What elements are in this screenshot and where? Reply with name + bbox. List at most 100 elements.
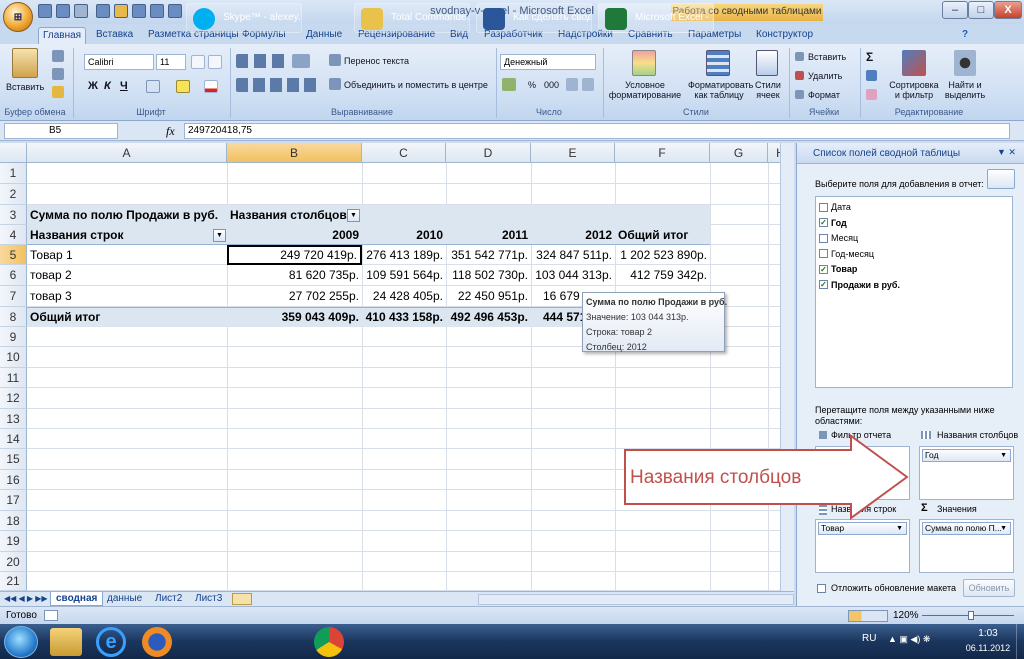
row-header[interactable]: 5	[0, 245, 27, 265]
pivot-column-labels[interactable]: Названия столбцов	[227, 205, 349, 225]
row-field-chip[interactable]: Товар ▼	[818, 522, 907, 535]
pivot-cell[interactable]: 81 620 735р.	[227, 265, 362, 285]
column-header-d[interactable]: D	[446, 143, 531, 163]
increase-decimal-icon[interactable]	[566, 78, 578, 91]
pivot-cell[interactable]: 118 502 730р.	[446, 265, 531, 285]
name-box[interactable]: B5	[4, 123, 118, 139]
field-checkbox[interactable]	[819, 202, 828, 212]
field-list-item[interactable]: Месяц	[819, 231, 858, 245]
horizontal-align-icons[interactable]	[236, 78, 318, 92]
fx-icon[interactable]: fx	[166, 124, 175, 139]
insert-sheet-icon[interactable]	[232, 593, 252, 605]
format-cells-icon[interactable]	[795, 90, 804, 99]
format-as-table-button[interactable]: Форматировать как таблицу	[688, 80, 753, 100]
cut-icon[interactable]	[52, 50, 64, 62]
pivot-cell[interactable]: 324 847 511р.	[531, 245, 615, 265]
bold-button[interactable]: Ж	[88, 80, 98, 92]
row-header[interactable]: 20	[0, 552, 27, 572]
pivot-cell[interactable]: 351 542 771р.	[446, 245, 531, 265]
maximize-button[interactable]: □	[968, 1, 994, 19]
merge-center-button[interactable]: Объединить и поместить в центре	[344, 80, 488, 90]
column-field-chip[interactable]: Год ▼	[922, 449, 1011, 462]
wrap-text-icon[interactable]	[329, 54, 341, 66]
pivot-total-cell[interactable]: 410 433 158р.	[362, 307, 446, 327]
explorer-icon[interactable]	[50, 628, 82, 656]
column-filter-dropdown-icon[interactable]: ▼	[347, 209, 360, 222]
percent-button[interactable]: %	[528, 80, 536, 90]
tray-icons[interactable]: ▲ ▣ ◀) ❋	[888, 634, 930, 645]
insert-cells-icon[interactable]	[795, 52, 804, 61]
row-header[interactable]: 15	[0, 449, 27, 470]
format-cells-button[interactable]: Формат	[808, 90, 840, 100]
field-list-item[interactable]: ✓ Год	[819, 216, 847, 230]
column-header-a[interactable]: A	[27, 143, 227, 163]
pivot-cell[interactable]: 109 591 564р.	[362, 265, 446, 285]
cell-styles-icon[interactable]	[756, 50, 778, 76]
clear-icon[interactable]	[866, 89, 877, 100]
view-mode-icons[interactable]	[848, 610, 888, 622]
pivot-value-field-label[interactable]: Сумма по полю Продажи в руб.	[27, 205, 227, 225]
zoom-level[interactable]: 120%	[893, 607, 919, 624]
conditional-formatting-button[interactable]: Условное форматирование	[606, 80, 684, 100]
show-desktop-button[interactable]	[1016, 624, 1024, 659]
horizontal-scrollbar[interactable]	[478, 594, 794, 605]
minimize-button[interactable]: –	[942, 1, 968, 19]
row-header[interactable]: 7	[0, 286, 27, 307]
row-header[interactable]: 6	[0, 265, 27, 286]
field-list-item[interactable]: ✓ Товар	[819, 262, 857, 276]
taskbar-skype[interactable]: Skype™ - alexey.b...	[186, 3, 302, 33]
formula-input[interactable]: 249720418,75	[184, 123, 1010, 139]
sort-filter-button[interactable]: Сортировка и фильтр	[886, 80, 942, 100]
column-header-b[interactable]: B	[227, 143, 362, 163]
row-header[interactable]: 18	[0, 511, 27, 531]
font-size-combo[interactable]: 11	[156, 54, 186, 70]
tab-design[interactable]: Конструктор	[752, 27, 817, 44]
row-header[interactable]: 9	[0, 327, 27, 347]
row-header[interactable]: 16	[0, 470, 27, 490]
worksheet-grid[interactable]: A B C D E F G H 123456789101112131415161…	[0, 143, 794, 591]
tab-insert[interactable]: Вставка	[92, 27, 137, 44]
firefox-icon[interactable]	[142, 627, 172, 657]
column-header-g[interactable]: G	[710, 143, 768, 163]
wrap-text-button[interactable]: Перенос текста	[344, 56, 409, 66]
sheet-nav-arrows-icon[interactable]: ◀◀ ◀ ▶ ▶▶	[4, 594, 48, 603]
clock-date[interactable]: 06.11.2012	[960, 643, 1016, 653]
office-button[interactable]: ⊞	[3, 2, 33, 32]
pivot-cell[interactable]: 16 679	[540, 286, 582, 306]
pivot-row-label[interactable]: товар 2	[27, 265, 227, 285]
sheet-tab-svodnaya[interactable]: сводная	[50, 592, 104, 606]
grow-font-icon[interactable]	[191, 55, 205, 69]
taskbar-excel[interactable]: Microsoft Excel - ...	[598, 3, 714, 33]
pivot-row-label[interactable]: Товар 1	[27, 245, 227, 265]
column-header-f[interactable]: F	[615, 143, 710, 163]
paste-icon[interactable]	[12, 48, 38, 78]
pivot-grand-total-label[interactable]: Общий итог	[27, 307, 227, 327]
cell-styles-button[interactable]: Стили ячеек	[752, 80, 784, 100]
field-list-item[interactable]: Дата	[819, 200, 851, 214]
pane-dropdown-icon[interactable]: ▼ ✕	[997, 147, 1016, 158]
italic-button[interactable]: К	[104, 80, 111, 92]
merge-center-icon[interactable]	[329, 78, 341, 90]
pivot-cell[interactable]: 27 702 255р.	[227, 286, 362, 306]
pivot-year-header[interactable]: 2012	[531, 225, 615, 245]
values-drop-area[interactable]: Сумма по полю П... ▼	[919, 519, 1014, 573]
row-header[interactable]: 21	[0, 572, 27, 591]
paste-button[interactable]: Вставить	[6, 82, 44, 92]
update-button[interactable]: Обновить	[963, 579, 1015, 597]
zoom-slider[interactable]	[922, 611, 1014, 620]
pivot-grand-total-header[interactable]: Общий итог	[615, 225, 710, 245]
pivot-row-labels[interactable]: Названия строк	[27, 225, 213, 245]
pivot-cell[interactable]: 22 450 951р.	[446, 286, 531, 306]
taskbar-word[interactable]: Как сделать свод...	[476, 3, 592, 33]
row-header[interactable]: 17	[0, 490, 27, 511]
row-header[interactable]: 10	[0, 347, 27, 368]
pivot-total-cell[interactable]: 359 043 409р.	[227, 307, 362, 327]
thousands-button[interactable]: 000	[544, 80, 559, 90]
defer-update-checkbox[interactable]	[817, 584, 826, 593]
selected-cell-b5[interactable]: 249 720 419р.	[227, 245, 362, 265]
sheet-tab-dannye[interactable]: данные	[102, 592, 147, 606]
pivot-year-header[interactable]: 2011	[446, 225, 531, 245]
delete-cells-button[interactable]: Удалить	[808, 71, 842, 81]
column-header-e[interactable]: E	[531, 143, 615, 163]
vertical-scrollbar[interactable]	[780, 143, 794, 591]
